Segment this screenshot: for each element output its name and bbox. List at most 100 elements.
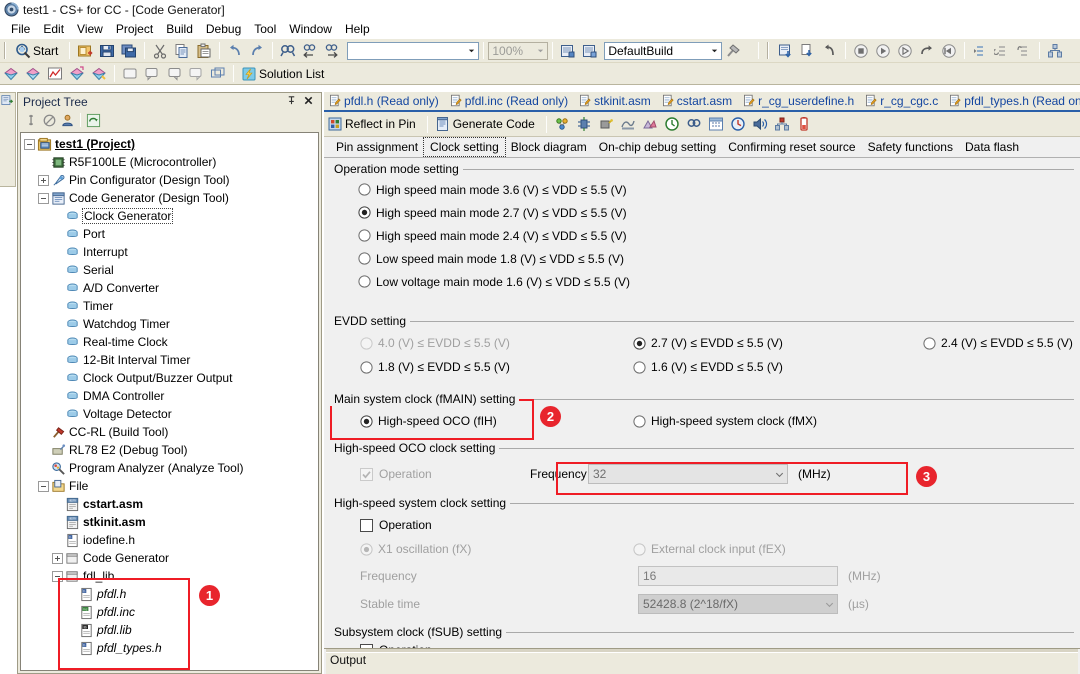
menu-view[interactable]: View — [71, 21, 110, 37]
collapse-icon[interactable] — [38, 480, 49, 492]
build-config-combo[interactable]: DefaultBuild — [604, 41, 723, 60]
tree-node-interrupt[interactable]: Interrupt — [24, 243, 318, 261]
copy-button[interactable] — [171, 40, 193, 62]
generate-code-button[interactable]: Generate Code — [432, 113, 542, 135]
collapse-icon[interactable] — [24, 138, 35, 150]
step-out-button[interactable] — [938, 40, 960, 62]
radio-unchecked-icon[interactable] — [923, 336, 936, 350]
operation-mode-option-2[interactable]: High speed main mode 2.4 (V) ≤ VDD ≤ 5.5… — [358, 229, 627, 243]
open-project-button[interactable] — [74, 40, 96, 62]
tree-node-fdl-lib[interactable]: fdl_lib — [24, 567, 318, 585]
buzzer-button[interactable] — [749, 113, 771, 135]
sub-tab-data-flash[interactable]: Data flash — [959, 138, 1025, 156]
document-tab-2[interactable]: stkinit.asm — [574, 92, 657, 110]
analyze-diamond-4-button[interactable] — [88, 63, 110, 85]
pin-icon[interactable] — [286, 95, 297, 109]
serial-button[interactable] — [595, 113, 617, 135]
tree-node-timer[interactable]: Timer — [24, 297, 318, 315]
project-tree-body[interactable]: test1 (Project) R5F100LE (Microcontroller… — [20, 132, 319, 671]
window-dock-button[interactable] — [185, 63, 207, 85]
tree-node-program-analyzer-analyze-tool[interactable]: Program Analyzer (Analyze Tool) — [24, 459, 318, 477]
operation-mode-option-1[interactable]: High speed main mode 2.7 (V) ≤ VDD ≤ 5.5… — [358, 206, 627, 220]
operation-mode-option-0[interactable]: High speed main mode 3.6 (V) ≤ VDD ≤ 5.5… — [358, 183, 627, 197]
analyze-diamond-1-button[interactable] — [0, 63, 22, 85]
radio-unchecked-icon[interactable] — [358, 183, 371, 196]
sub-tab-confirming-reset-source[interactable]: Confirming reset source — [722, 138, 861, 156]
solution-list-button[interactable]: Solution List — [238, 63, 331, 85]
refresh-icon[interactable] — [86, 113, 101, 128]
stop-button[interactable] — [850, 40, 872, 62]
main-clock-option-hs-system[interactable]: High-speed system clock (fMX) — [633, 414, 817, 428]
checkbox-unchecked-icon[interactable] — [360, 518, 373, 532]
radio-unchecked-icon[interactable] — [633, 414, 646, 428]
step-over-button[interactable] — [916, 40, 938, 62]
tree-node-real-time-clock[interactable]: Real-time Clock — [24, 333, 318, 351]
watchdog-button[interactable] — [661, 113, 683, 135]
radio-unchecked-icon[interactable] — [358, 275, 371, 288]
evdd-option-1[interactable]: 2.7 (V) ≤ EVDD ≤ 5.5 (V) — [633, 336, 923, 350]
evdd-option-2[interactable]: 2.4 (V) ≤ EVDD ≤ 5.5 (V) — [923, 336, 1073, 350]
step-next-button[interactable] — [991, 40, 1013, 62]
document-tab-1[interactable]: pfdl.inc (Read only) — [445, 92, 574, 110]
menu-window[interactable]: Window — [283, 21, 339, 37]
document-tab-5[interactable]: r_cg_cgc.c — [860, 92, 944, 110]
zoom-combo[interactable]: 100% — [488, 41, 549, 60]
search-combo[interactable] — [347, 41, 480, 60]
operation-mode-option-4[interactable]: Low voltage main mode 1.6 (V) ≤ VDD ≤ 5.… — [358, 275, 630, 289]
main-clock-option-hs-oco[interactable]: High-speed OCO (fIH) — [328, 414, 633, 428]
tree-node-watchdog-timer[interactable]: Watchdog Timer — [24, 315, 318, 333]
toolbar-grip[interactable] — [3, 42, 10, 59]
disabled-icon[interactable] — [42, 113, 57, 128]
tree-node-pfdl-lib[interactable]: lib pfdl.lib — [24, 621, 318, 639]
chevron-down-icon[interactable] — [464, 43, 478, 59]
tree-node-code-generator[interactable]: Code Generator — [24, 549, 318, 567]
user-icon[interactable] — [60, 113, 75, 128]
cut-button[interactable] — [149, 40, 171, 62]
tree-node-clock-output-buzzer-output[interactable]: Clock Output/Buzzer Output — [24, 369, 318, 387]
tree-node-pfdl-inc[interactable]: inc pfdl.inc — [24, 603, 318, 621]
document-tab-3[interactable]: cstart.asm — [657, 92, 738, 110]
menu-tool[interactable]: Tool — [248, 21, 283, 37]
tree-node-iodefine-h[interactable]: h iodefine.h — [24, 531, 318, 549]
sub-tab-block-diagram[interactable]: Block diagram — [505, 138, 593, 156]
document-tab-0[interactable]: pfdl.h (Read only) — [324, 92, 445, 110]
evdd-option-3[interactable]: 1.8 (V) ≤ EVDD ≤ 5.5 (V) — [328, 360, 633, 374]
radio-unchecked-icon[interactable] — [633, 360, 646, 374]
interval-timer-button[interactable] — [683, 113, 705, 135]
build-options-button[interactable] — [722, 40, 744, 62]
radio-checked-icon[interactable] — [360, 414, 373, 428]
ad-converter-button[interactable] — [617, 113, 639, 135]
chevron-down-icon[interactable] — [533, 43, 547, 59]
collapse-icon[interactable] — [38, 192, 49, 204]
radio-unchecked-icon[interactable] — [360, 360, 373, 374]
document-tab-6[interactable]: pfdl_types.h (Read only) — [944, 92, 1080, 110]
step-return-button[interactable] — [1013, 40, 1035, 62]
analyze-chart-button[interactable] — [44, 63, 66, 85]
build-project-button[interactable] — [557, 40, 579, 62]
tree-node-cc-rl-build-tool[interactable]: CC-RL (Build Tool) — [24, 423, 318, 441]
menu-edit[interactable]: Edit — [37, 21, 71, 37]
sub-tab-on-chip-debug-setting[interactable]: On-chip debug setting — [593, 138, 722, 156]
tree-node-code-generator-design-tool[interactable]: Code Generator (Design Tool) — [24, 189, 318, 207]
clock-output-button[interactable] — [727, 113, 749, 135]
tree-node-pfdl-types-h[interactable]: h pfdl_types.h — [24, 639, 318, 657]
paste-button[interactable] — [193, 40, 215, 62]
radio-checked-icon[interactable] — [358, 206, 371, 219]
tree-node-r5f100le-microcontroller[interactable]: R5F100LE (Microcontroller) — [24, 153, 318, 171]
sub-tab-pin-assignment[interactable]: Pin assignment — [330, 138, 424, 156]
save-button[interactable] — [96, 40, 118, 62]
start-button[interactable]: Start — [12, 40, 65, 62]
voltage-detector-button[interactable] — [793, 113, 815, 135]
menu-build[interactable]: Build — [160, 21, 200, 37]
window-layout-button[interactable] — [119, 63, 141, 85]
window-right-button[interactable] — [163, 63, 185, 85]
tree-node-pin-configurator-design-tool[interactable]: Pin Configurator (Design Tool) — [24, 171, 318, 189]
tree-node-pfdl-h[interactable]: h pfdl.h — [24, 585, 318, 603]
hs-system-operation-checkbox[interactable]: Operation — [360, 518, 432, 532]
analyze-diamond-2-button[interactable] — [22, 63, 44, 85]
radio-unchecked-icon[interactable] — [358, 252, 371, 265]
step-in-button[interactable] — [969, 40, 991, 62]
undo-button[interactable] — [224, 40, 246, 62]
menu-debug[interactable]: Debug — [200, 21, 248, 37]
find-previous-button[interactable] — [299, 40, 321, 62]
